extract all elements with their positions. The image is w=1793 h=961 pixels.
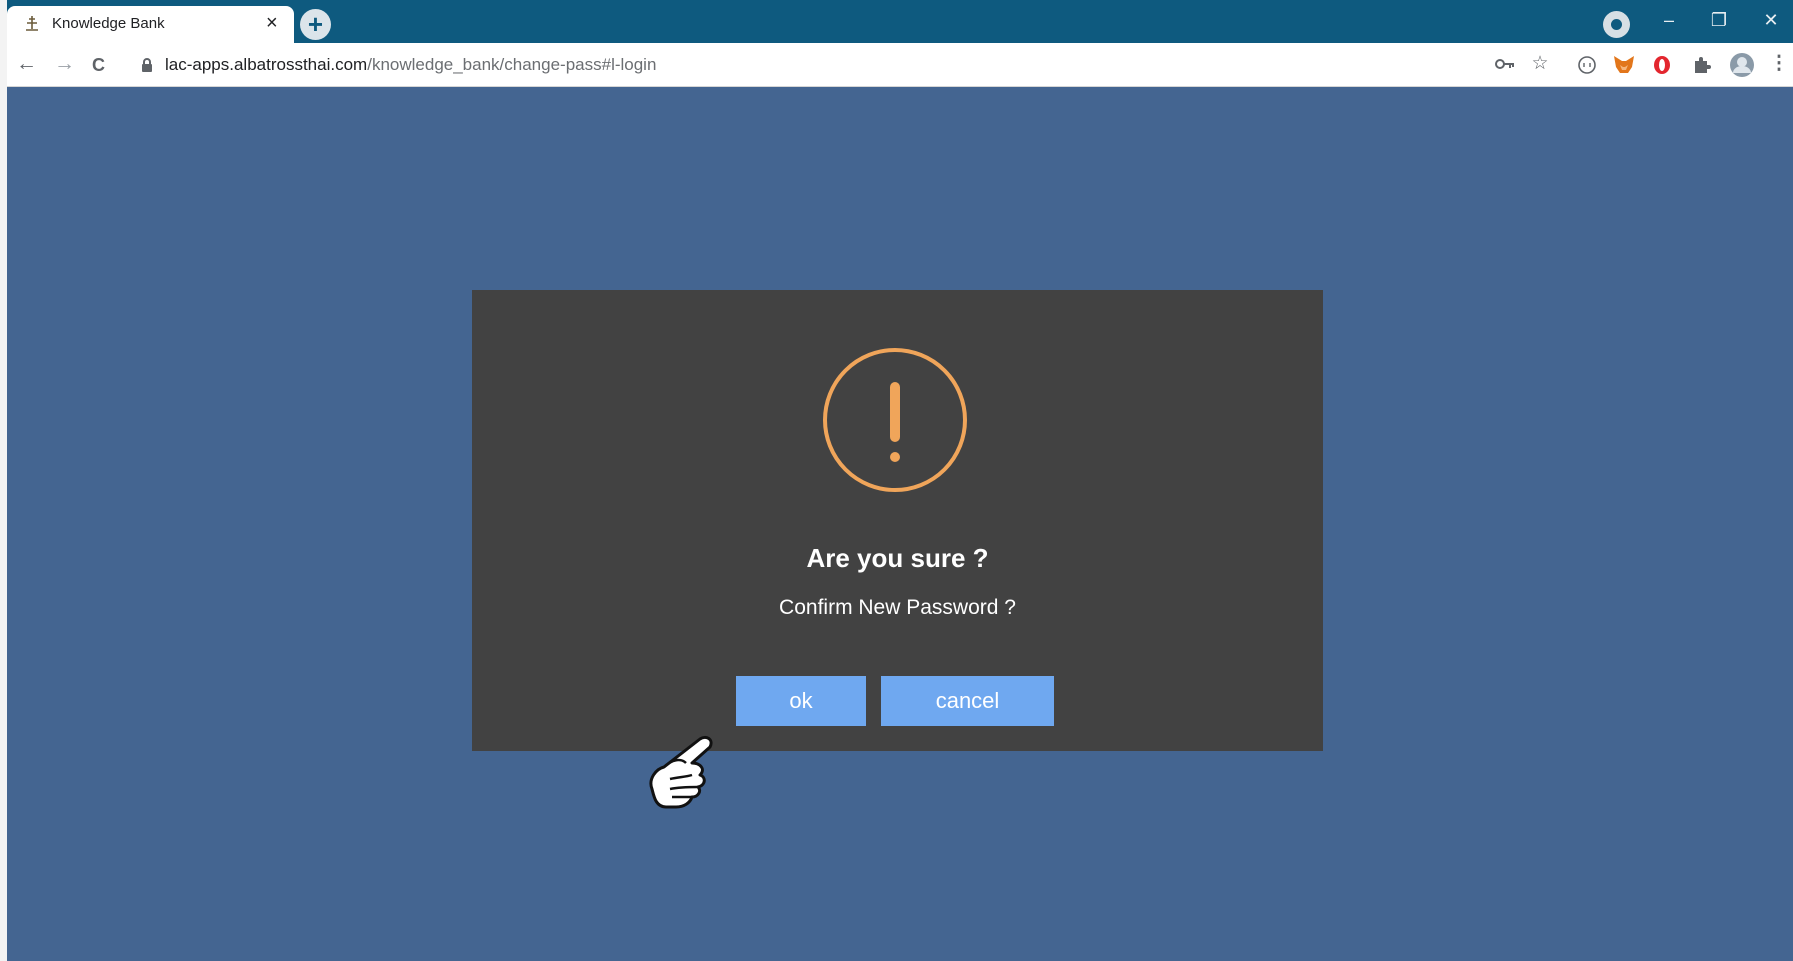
back-button[interactable]: ← bbox=[16, 52, 37, 76]
site-favicon-icon bbox=[26, 16, 38, 31]
cancel-button[interactable]: cancel bbox=[881, 676, 1054, 726]
minimize-button[interactable]: – bbox=[1654, 7, 1684, 33]
warning-bar bbox=[890, 382, 900, 442]
star-icon[interactable]: ☆ bbox=[1527, 52, 1553, 76]
close-window-button[interactable]: ✕ bbox=[1756, 7, 1786, 33]
metamask-fox-icon[interactable] bbox=[1613, 55, 1635, 75]
address-bar[interactable]: lac-apps.albatrossthai.com/knowledge_ban… bbox=[165, 55, 656, 75]
lock-icon[interactable] bbox=[140, 57, 154, 73]
reload-button[interactable]: C bbox=[92, 53, 105, 77]
browser-window: Knowledge Bank × + – ❐ ✕ ← → C lac-apps.… bbox=[0, 0, 1793, 961]
url-path: /knowledge_bank/change-pass#l-login bbox=[367, 55, 657, 74]
tab-search-icon[interactable] bbox=[1603, 11, 1630, 38]
extension-icon[interactable] bbox=[1577, 55, 1597, 75]
window-edge bbox=[0, 0, 7, 961]
new-tab-button[interactable]: + bbox=[300, 9, 331, 40]
dialog-message: Confirm New Password ? bbox=[779, 596, 1016, 619]
profile-avatar[interactable] bbox=[1728, 52, 1756, 78]
menu-icon[interactable]: ⋮ bbox=[1766, 52, 1792, 76]
key-icon[interactable] bbox=[1495, 57, 1515, 71]
tab-strip: Knowledge Bank × + – ❐ ✕ bbox=[7, 0, 1793, 43]
restore-button[interactable]: ❐ bbox=[1704, 7, 1734, 33]
ok-button[interactable]: ok bbox=[736, 676, 866, 726]
warning-exclamation-icon bbox=[823, 348, 967, 492]
confirm-dialog: Are you sure ? Confirm New Password ? ok… bbox=[472, 290, 1323, 751]
warning-dot bbox=[890, 452, 900, 462]
dialog-title: Are you sure ? bbox=[806, 543, 989, 573]
tab-close-icon[interactable]: × bbox=[266, 12, 278, 34]
pointing-hand-cursor-icon bbox=[649, 735, 713, 809]
browser-toolbar: ← → C lac-apps.albatrossthai.com/knowled… bbox=[7, 43, 1793, 87]
url-host: lac-apps.albatrossthai.com bbox=[165, 55, 368, 74]
tab-knowledge-bank[interactable]: Knowledge Bank × bbox=[7, 6, 294, 43]
opera-icon[interactable] bbox=[1652, 54, 1672, 76]
puzzle-icon[interactable] bbox=[1692, 55, 1712, 75]
forward-button[interactable]: → bbox=[54, 52, 75, 76]
tab-title: Knowledge Bank bbox=[52, 15, 165, 32]
